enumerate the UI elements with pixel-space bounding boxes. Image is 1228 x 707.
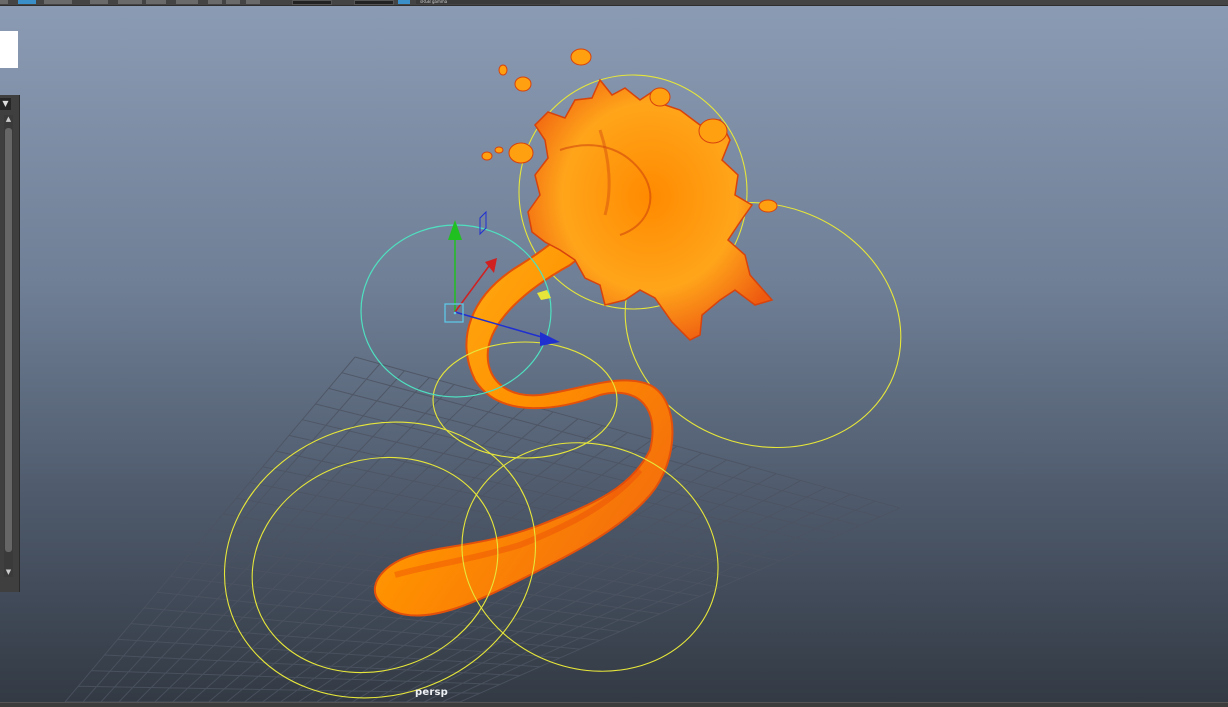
scroll-up-icon[interactable]: ▲ — [4, 115, 13, 124]
camera-icon[interactable] — [398, 0, 410, 4]
history-icon[interactable] — [176, 0, 198, 4]
exposure-field[interactable] — [292, 0, 332, 5]
maya-window: sRGB gamma persp ▼ ▲ ▼ — [0, 0, 1228, 707]
snap-curve-icon[interactable] — [118, 0, 142, 4]
lasso-tool-icon[interactable] — [18, 0, 36, 4]
ipr-render-icon[interactable] — [226, 0, 240, 4]
scrollbar[interactable]: ▲ ▼ — [4, 115, 13, 577]
attribute-panel-edge: ▼ ▲ ▼ — [0, 95, 20, 592]
paint-tool-icon[interactable] — [44, 0, 72, 4]
panel-text-field[interactable] — [0, 31, 18, 68]
3d-viewport[interactable]: persp — [0, 5, 1228, 702]
scroll-down-icon[interactable]: ▼ — [4, 568, 13, 577]
camera-name-label: persp — [415, 687, 448, 698]
scene-render — [64, 48, 902, 702]
select-tool-icon[interactable] — [0, 0, 8, 4]
snap-grid-icon[interactable] — [90, 0, 108, 4]
snap-point-icon[interactable] — [146, 0, 166, 4]
ground-grid — [64, 356, 901, 702]
triangle-down-icon[interactable]: ▼ — [0, 98, 11, 110]
scroll-thumb[interactable] — [5, 128, 12, 552]
color-space-field[interactable]: sRGB gamma — [416, 0, 560, 4]
bottom-border — [0, 702, 1228, 707]
gamma-field[interactable] — [354, 0, 394, 5]
status-toolbar: sRGB gamma — [0, 0, 1228, 6]
render-settings-icon[interactable] — [246, 0, 260, 4]
render-icon[interactable] — [208, 0, 222, 4]
orange-splat-mesh — [481, 48, 778, 341]
